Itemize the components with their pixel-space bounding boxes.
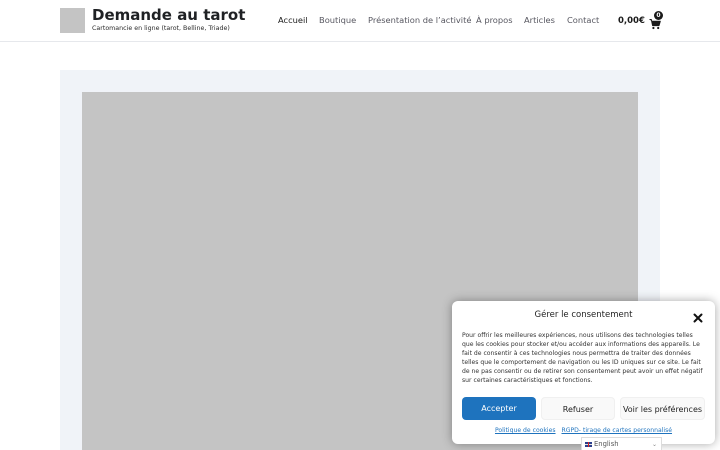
consent-dialog: Gérer le consentement Pour offrir les me… <box>452 301 715 444</box>
nav-item-a-propos[interactable]: À propos <box>476 15 513 25</box>
rgpd-link[interactable]: RGPD- tirage de cartes personnalisé <box>561 427 672 434</box>
flag-en-icon <box>585 441 592 447</box>
consent-text: Pour offrir les meilleures expériences, … <box>462 332 703 385</box>
language-switcher[interactable]: English ⌄ <box>581 437 662 450</box>
site-header: Demande au tarot Cartomancie en ligne (t… <box>0 0 720 42</box>
view-preferences-button[interactable]: Voir les préférences <box>620 397 705 420</box>
chevron-down-icon: ⌄ <box>651 441 657 448</box>
site-tagline: Cartomancie en ligne (tarot, Belline, Tr… <box>92 25 230 32</box>
nav-item-boutique[interactable]: Boutique <box>319 15 356 25</box>
refuse-button[interactable]: Refuser <box>541 397 615 420</box>
language-label: English <box>594 440 619 448</box>
site-logo[interactable] <box>60 8 85 33</box>
consent-title: Gérer le consentement <box>534 310 633 320</box>
cart-count-badge: 0 <box>654 11 663 20</box>
close-icon[interactable] <box>692 309 704 323</box>
accept-button[interactable]: Accepter <box>462 397 536 420</box>
nav-item-contact[interactable]: Contact <box>567 15 599 25</box>
nav-item-presentation[interactable]: Présentation de l’activité <box>368 15 471 25</box>
cookie-policy-link[interactable]: Politique de cookies <box>495 427 556 434</box>
nav-item-accueil[interactable]: Accueil <box>278 15 308 25</box>
consent-links: Politique de cookies RGPD- tirage de car… <box>452 427 715 434</box>
cart-amount: 0,00€ <box>618 16 645 26</box>
nav-item-articles[interactable]: Articles <box>524 15 555 25</box>
site-title[interactable]: Demande au tarot <box>92 6 245 24</box>
